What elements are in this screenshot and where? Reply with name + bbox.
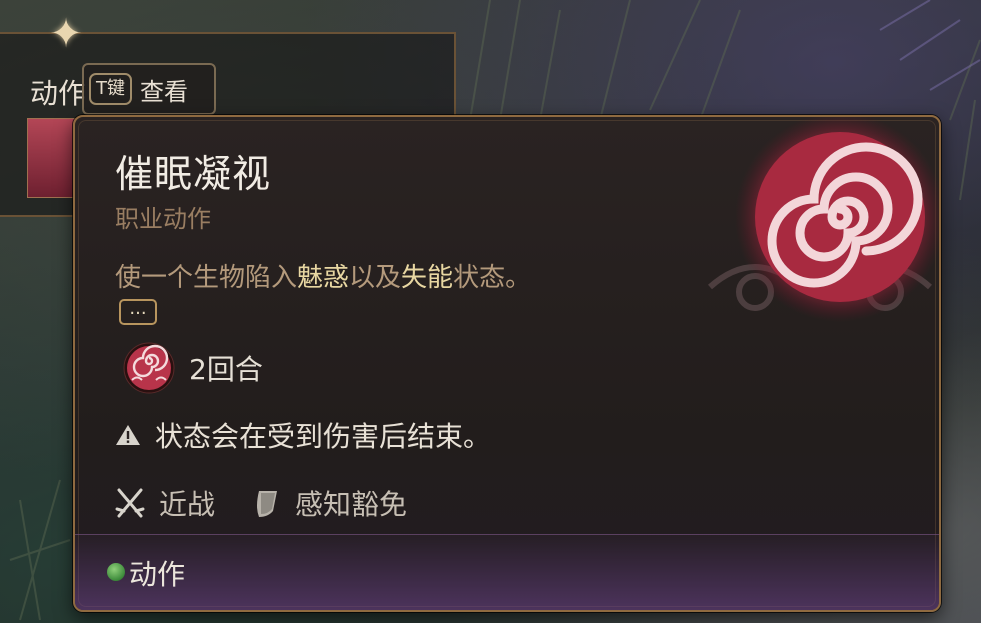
keycap-t: T键 <box>89 73 132 105</box>
keyhint-label: 查看 <box>140 77 188 106</box>
actions-panel-title: 动作 <box>30 77 87 110</box>
resource-cost-footer: 动作 <box>75 534 939 610</box>
warning-row: 状态会在受到伤害后结束。 <box>115 415 491 455</box>
duration-row: 2回合 <box>123 342 263 394</box>
spell-tooltip: 催眠凝视 职业动作 使一个生物陷入魅惑以及失能状态。 ... 2回合 状态会在受… <box>73 115 941 612</box>
examine-keyhint[interactable]: T键 查看 <box>82 63 216 115</box>
tag-melee: 近战 <box>115 483 215 523</box>
duration-value: 2回合 <box>189 353 263 386</box>
compass-star-icon: ✦ <box>49 11 83 57</box>
tag-wisdom-save-label: 感知豁免 <box>295 488 408 521</box>
warning-text: 状态会在受到伤害后结束。 <box>155 420 492 453</box>
description-text: 以及 <box>349 263 402 293</box>
resource-cost-label: 动作 <box>129 558 186 591</box>
hypnotic-spiral-icon <box>735 117 939 322</box>
tag-wisdom-save: 感知豁免 <box>251 483 407 523</box>
condition-incapacitated-link[interactable]: 失能 <box>401 263 453 293</box>
spell-tags: 近战 感知豁免 <box>115 483 443 523</box>
action-resource-dot-icon <box>107 563 125 581</box>
spell-description: 使一个生物陷入魅惑以及失能状态。 <box>115 257 531 294</box>
spell-category: 职业动作 <box>115 205 211 233</box>
spell-title: 催眠凝视 <box>115 152 272 196</box>
shield-icon <box>257 491 278 517</box>
tag-melee-label: 近战 <box>159 488 216 521</box>
more-details-button[interactable]: ... <box>119 299 157 325</box>
description-text: 使一个生物陷入 <box>115 263 298 293</box>
warning-triangle-icon <box>116 425 140 445</box>
description-text: 状态。 <box>453 263 532 293</box>
hypnotic-spiral-icon <box>123 342 175 394</box>
crossed-swords-icon <box>115 488 145 518</box>
condition-charmed-link[interactable]: 魅惑 <box>297 263 349 293</box>
